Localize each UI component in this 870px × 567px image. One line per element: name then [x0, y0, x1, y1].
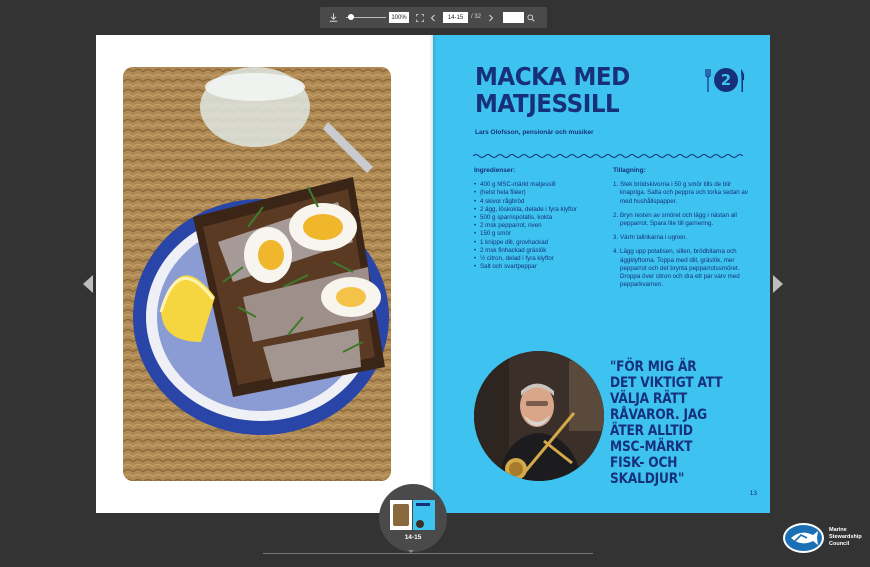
ingredients-list: 400 g MSC-märkt matjessill (helst hela f…	[474, 181, 594, 271]
preparation-step: 2. Bryn resten av smöret och lägg i nästa…	[613, 212, 753, 228]
preparation-step: 4. Lägg upp potatisen, sillen, brödbitarn…	[613, 248, 753, 289]
thumbnail-right-page	[413, 500, 435, 530]
recipe-title-line-1: MACKA MED	[475, 62, 630, 91]
recipe-number: 2	[714, 68, 738, 92]
previous-page-arrow-icon[interactable]	[83, 275, 93, 293]
ingredient-item: 2 msk finhackad gräslök	[474, 247, 594, 255]
thumbnail-left-page	[390, 500, 412, 530]
book-gutter	[429, 35, 437, 513]
wave-divider	[473, 154, 743, 158]
ingredient-item: 150 g smör	[474, 230, 594, 238]
page-thumbnail[interactable]: 14-15	[379, 484, 447, 552]
ingredient-item: (helst hela filéer)	[474, 189, 594, 197]
preparation-section: Tillagning: 1. Stek brödskivorna i 50 g s…	[613, 167, 753, 295]
ingredient-item: 4 skivor rågbröd	[474, 198, 594, 206]
preparation-steps: 1. Stek brödskivorna i 50 g smör tills de…	[613, 181, 753, 289]
step-text: Bryn resten av smöret och lägg i nästan …	[620, 211, 737, 228]
fullscreen-icon[interactable]	[414, 7, 426, 28]
fork-icon	[705, 69, 711, 92]
page-number-input[interactable]: 14-15	[443, 12, 468, 23]
msc-fish-logo-icon	[783, 523, 824, 553]
musician-portrait	[474, 351, 604, 481]
recipe-title-line-2: MATJESSILL	[475, 89, 620, 118]
chevron-right-icon[interactable]	[485, 7, 497, 28]
left-page	[96, 35, 433, 513]
page-progress-bar[interactable]	[263, 550, 593, 554]
viewer-toolbar: 100% 14-15 / 32	[320, 7, 547, 28]
search-icon[interactable]	[525, 7, 537, 28]
preparation-step: 3. Värm tallrikarna i ugnen.	[613, 234, 753, 242]
knife-icon	[741, 69, 745, 92]
msc-logo-line-1: Marine	[829, 527, 847, 533]
step-text: Lägg upp potatisen, sillen, brödbitarna …	[620, 248, 740, 289]
ingredients-heading: Ingredienser:	[474, 167, 516, 174]
step-number: 4.	[613, 248, 619, 256]
ingredient-item: 400 g MSC-märkt matjessill	[474, 181, 594, 189]
ingredient-item: 2 ägg, löskokta, delade i fyra klyftor	[474, 206, 594, 214]
quote: "FÖR MIG ÄR DET VIKTIGT ATT VÄLJA RÄTT R…	[610, 359, 723, 487]
next-page-arrow-icon[interactable]	[773, 275, 783, 293]
page-number: 13	[749, 490, 757, 497]
recipe-number-badge: 2	[705, 67, 745, 95]
step-number: 2.	[613, 211, 619, 219]
ingredient-item: Salt och svartpeppar	[474, 263, 594, 271]
ingredient-item: 1 knippe dill, grovhackad	[474, 239, 594, 247]
chevron-left-icon[interactable]	[427, 7, 439, 28]
download-icon[interactable]	[326, 7, 340, 28]
search-input[interactable]	[503, 12, 524, 23]
msc-logo-line-2: Stewardship	[829, 534, 862, 540]
preparation-step: 1. Stek brödskivorna i 50 g smör tills de…	[613, 181, 753, 206]
zoom-input[interactable]: 100%	[389, 12, 409, 23]
page-total: / 32	[471, 14, 482, 20]
msc-logo-text: Marine Stewardship Council	[829, 527, 862, 548]
preparation-heading: Tillagning:	[613, 167, 646, 174]
msc-logo: Marine Stewardship Council	[783, 521, 867, 555]
right-page: MACKA MED MATJESSILL 2 Lars Olofsson, pe…	[433, 35, 770, 513]
recipe-title: MACKA MED MATJESSILL	[475, 63, 659, 117]
step-text: Värm tallrikarna i ugnen.	[620, 234, 688, 242]
progress-marker	[408, 550, 414, 553]
zoom-slider-handle[interactable]	[348, 14, 354, 20]
thumbnail-label: 14-15	[404, 534, 422, 541]
ingredient-item: 2 msk pepparrot, riven	[474, 222, 594, 230]
ingredients-section: Ingredienser: 400 g MSC-märkt matjessill…	[474, 167, 594, 272]
step-text: Stek brödskivorna i 50 g smör tills de b…	[620, 181, 748, 205]
ingredient-item: ½ citron, delad i fyra klyftor	[474, 255, 594, 263]
msc-logo-line-3: Council	[829, 541, 850, 547]
step-number: 1.	[613, 181, 619, 189]
sandwich-photo	[123, 67, 391, 481]
ingredient-item: 500 g sparrispotatis, kokta	[474, 214, 594, 222]
step-number: 3.	[613, 234, 619, 242]
recipe-byline: Lars Olofsson, pensionär och musiker	[475, 129, 594, 136]
